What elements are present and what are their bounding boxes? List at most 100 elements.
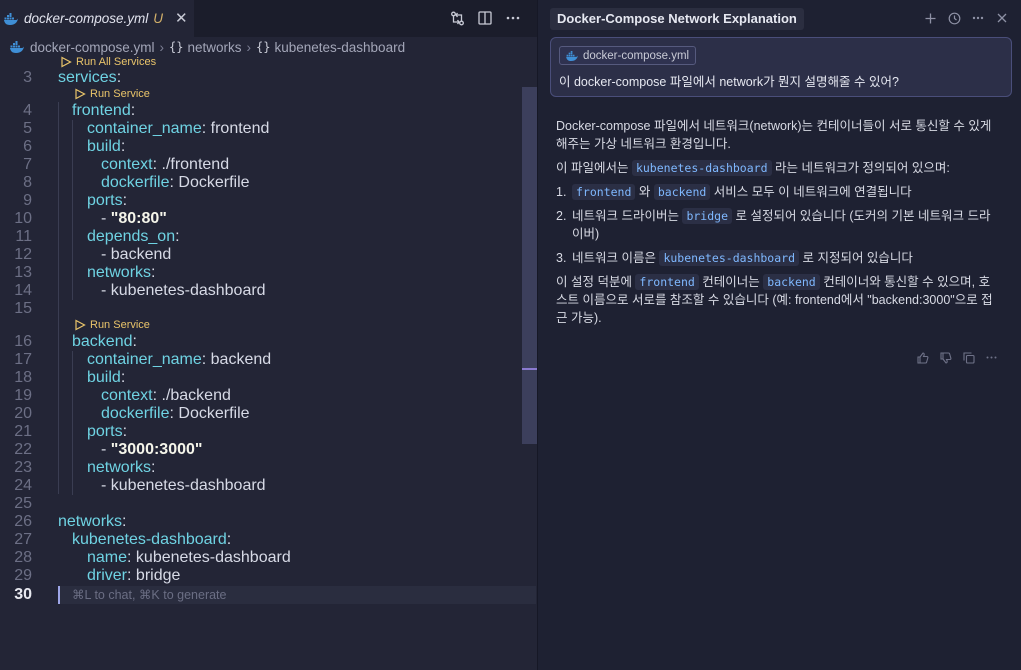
compare-changes-icon[interactable] <box>449 10 465 26</box>
run-all-services-lens[interactable]: Run All Services <box>60 56 156 68</box>
yaml-key: container_name <box>87 351 202 368</box>
yaml-key: networks <box>87 264 152 281</box>
thumbs-down-icon[interactable] <box>939 351 952 364</box>
code-line: 22- "3000:3000" <box>0 441 536 459</box>
code-line: 11 depends_on: <box>0 228 536 246</box>
run-service-label: Run Service <box>90 319 150 331</box>
code-line: 27 kubenetes-dashboard: <box>0 531 536 549</box>
code-line: 14- kubenetes-dashboard <box>0 282 536 300</box>
play-icon <box>61 56 72 68</box>
editor-pane: docker-compose.yml U ✕ docker-compose.ym… <box>0 0 537 670</box>
code-line: 15 <box>0 300 536 318</box>
code-line: 13 networks: <box>0 264 536 282</box>
inline-code: kubenetes-dashboard <box>631 160 772 176</box>
object-icon: {} <box>256 40 271 54</box>
yaml-string: "3000:3000" <box>110 441 203 458</box>
breadcrumb: docker-compose.yml › {} networks › {} ku… <box>0 37 537 57</box>
line-number: 8 <box>23 174 32 191</box>
code-line: 16 backend: <box>0 333 536 351</box>
code-line: 19 context: ./backend <box>0 387 536 405</box>
new-chat-icon[interactable] <box>923 9 937 27</box>
code-line: 4 frontend: <box>0 102 536 120</box>
scrollbar-thumb[interactable] <box>522 87 537 444</box>
line-number: 5 <box>23 120 32 137</box>
yaml-value: kubenetes-dashboard <box>110 282 266 299</box>
yaml-key: build <box>87 369 121 386</box>
run-all-services-label: Run All Services <box>76 56 157 68</box>
code-line: 7 context: ./frontend <box>0 156 536 174</box>
run-service-label: Run Service <box>90 88 150 100</box>
breadcrumb-file[interactable]: docker-compose.yml <box>30 40 155 55</box>
yaml-value: kubenetes-dashboard <box>131 549 291 566</box>
breadcrumb-item-networks[interactable]: networks <box>188 40 242 55</box>
run-service-lens-frontend[interactable]: Run Service <box>74 88 150 100</box>
play-icon <box>75 88 86 100</box>
more-icon[interactable] <box>985 351 998 364</box>
editor-tab-bar: docker-compose.yml U ✕ <box>0 0 537 37</box>
split-editor-icon[interactable] <box>477 10 493 26</box>
editor-tab-docker-compose[interactable]: docker-compose.yml U ✕ <box>0 0 194 37</box>
code-line: 8 dockerfile: Dockerfile <box>0 174 536 192</box>
inline-code: backend <box>653 184 711 200</box>
more-options-icon[interactable] <box>971 9 985 27</box>
code-line: 25 <box>0 495 536 513</box>
line-number: 22 <box>14 441 32 458</box>
yaml-key: dockerfile <box>101 405 170 422</box>
yaml-key: dockerfile <box>101 174 170 191</box>
yaml-key: ports <box>87 192 123 209</box>
response-intro: Docker-compose 파일에서 네트워크(network)는 컨테이너들… <box>556 119 992 151</box>
close-chat-icon[interactable] <box>995 9 1009 27</box>
line-number: 15 <box>14 300 32 317</box>
line-number: 26 <box>14 513 32 530</box>
yaml-value: Dockerfile <box>173 174 250 191</box>
code-line: 28 name: kubenetes-dashboard <box>0 549 536 567</box>
tab-close-icon[interactable]: ✕ <box>175 11 188 26</box>
code-line: 20 dockerfile: Dockerfile <box>0 405 536 423</box>
line-number: 23 <box>14 459 32 476</box>
code-line: 23 networks: <box>0 459 536 477</box>
line-number: 6 <box>23 138 32 155</box>
thumbs-up-icon[interactable] <box>916 351 929 364</box>
run-service-lens-backend[interactable]: Run Service <box>74 319 150 331</box>
more-actions-icon[interactable] <box>505 10 521 26</box>
yaml-value: ./backend <box>157 387 231 404</box>
line-number: 25 <box>14 495 32 512</box>
line-number: 17 <box>14 351 32 368</box>
yaml-key: ports <box>87 423 123 440</box>
line-number: 9 <box>23 192 32 209</box>
chevron-right-icon: › <box>159 39 165 55</box>
yaml-key: frontend <box>72 102 131 119</box>
breadcrumb-item-kubenetes-dashboard[interactable]: kubenetes-dashboard <box>274 40 405 55</box>
copy-icon[interactable] <box>962 351 975 364</box>
file-context-chip[interactable]: docker-compose.yml <box>559 46 697 65</box>
code-line: 10- "80:80" <box>0 210 536 228</box>
line-number: 3 <box>23 69 32 86</box>
play-icon <box>75 319 86 331</box>
yaml-value: kubenetes-dashboard <box>110 477 266 494</box>
yaml-string: "80:80" <box>110 210 167 227</box>
yaml-value: ./frontend <box>157 156 230 173</box>
response-outro: 이 설정 덕분에 frontend 컨테이너는 backend 컨테이너와 통신… <box>556 274 993 325</box>
response-feedback-actions <box>916 351 998 364</box>
line-number: 7 <box>23 156 32 173</box>
yaml-value: bridge <box>131 567 181 584</box>
yaml-value: backend <box>206 351 272 368</box>
chevron-right-icon: › <box>246 39 252 55</box>
inline-code: backend <box>763 274 820 290</box>
tab-git-status: U <box>153 11 164 26</box>
history-icon[interactable] <box>947 9 961 27</box>
code-line: 17 container_name: backend <box>0 351 536 369</box>
yaml-key: networks <box>87 459 152 476</box>
editor-actions <box>449 10 521 26</box>
object-icon: {} <box>169 40 184 54</box>
line-number: 21 <box>14 423 32 440</box>
chat-title[interactable]: Docker-Compose Network Explanation <box>550 8 804 30</box>
line-number: 14 <box>14 282 32 299</box>
user-message[interactable]: docker-compose.yml 이 docker-compose 파일에서… <box>550 37 1012 97</box>
line-number: 29 <box>14 567 32 584</box>
line-number: 10 <box>14 210 32 227</box>
code-line: 21 ports: <box>0 423 536 441</box>
list-item: 1. frontend 와 backend 서비스 모두 이 네트워크에 연결됩니… <box>556 184 912 200</box>
yaml-key: networks <box>58 513 123 530</box>
scrollbar-cursor-marker <box>522 368 537 370</box>
